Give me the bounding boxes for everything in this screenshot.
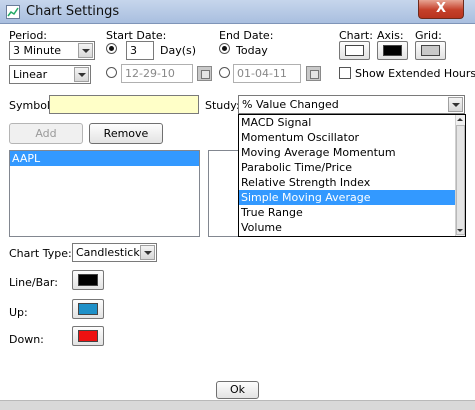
period-value: 3 Minute: [13, 44, 62, 57]
end-date-input[interactable]: 01-04-11: [233, 64, 301, 83]
chart-color-button[interactable]: [339, 41, 370, 60]
study-option[interactable]: Parabolic Time/Price: [239, 160, 456, 175]
symbol-label: Symbol:: [9, 99, 54, 112]
scale-select[interactable]: Linear: [9, 65, 91, 84]
window-title: Chart Settings: [26, 4, 120, 19]
study-option[interactable]: MACD Signal: [239, 115, 456, 130]
end-date-label: End Date:: [219, 29, 274, 42]
up-color-button[interactable]: [72, 299, 104, 319]
window-bottom-border: [0, 400, 475, 410]
chevron-down-icon[interactable]: [140, 245, 155, 260]
chart-type-label: Chart Type:: [9, 247, 72, 260]
grid-color-button[interactable]: [415, 41, 446, 60]
axis-color-swatch: [383, 45, 402, 56]
extended-hours-checkbox[interactable]: [339, 67, 351, 79]
chevron-down-icon[interactable]: [78, 43, 93, 58]
chart-type-value: Candlestick: [76, 246, 140, 259]
start-date-input[interactable]: 12-29-10: [121, 64, 193, 83]
axis-color-button[interactable]: [377, 41, 408, 60]
grid-color-swatch: [421, 45, 440, 56]
scroll-thumb[interactable]: [456, 125, 465, 235]
chart-type-select[interactable]: Candlestick: [72, 243, 157, 262]
remove-button[interactable]: Remove: [89, 123, 163, 144]
study-label: Study:: [205, 99, 240, 112]
dropdown-scrollbar[interactable]: [455, 115, 465, 236]
today-label: Today: [236, 44, 268, 57]
up-color-swatch: [78, 303, 98, 315]
study-option[interactable]: Momentum Oscillator: [239, 130, 456, 145]
days-input[interactable]: 3: [126, 41, 154, 60]
close-button[interactable]: X: [418, 0, 464, 19]
down-color-swatch: [78, 330, 98, 342]
study-option-selected[interactable]: Simple Moving Average: [239, 190, 456, 205]
line-bar-label: Line/Bar:: [9, 276, 58, 289]
up-label: Up:: [9, 306, 28, 319]
chart-app-icon: [6, 5, 20, 19]
study-select[interactable]: % Value Changed: [238, 95, 465, 114]
end-today-radio[interactable]: [219, 43, 230, 54]
list-item[interactable]: AAPL: [10, 151, 199, 166]
line-bar-color-swatch: [78, 274, 98, 286]
end-date-radio[interactable]: [219, 67, 230, 78]
chevron-down-icon[interactable]: [448, 97, 463, 112]
days-label: Day(s): [160, 44, 197, 57]
scale-value: Linear: [13, 68, 48, 81]
ok-button[interactable]: Ok: [216, 381, 259, 399]
end-date-value: 01-04-11: [237, 67, 287, 80]
start-date-value: 12-29-10: [125, 67, 175, 80]
study-option[interactable]: True Range: [239, 205, 456, 220]
symbol-input[interactable]: [49, 95, 199, 114]
study-option[interactable]: Relative Strength Index: [239, 175, 456, 190]
down-color-button[interactable]: [72, 326, 104, 346]
study-option[interactable]: Volume: [239, 220, 456, 235]
calendar-icon[interactable]: [306, 66, 321, 81]
study-value: % Value Changed: [242, 98, 339, 111]
days-value: 3: [130, 44, 137, 57]
start-days-radio[interactable]: [106, 43, 117, 54]
chevron-down-icon[interactable]: [74, 67, 89, 82]
symbols-list[interactable]: AAPL: [9, 150, 200, 237]
scroll-up-icon[interactable]: [456, 115, 465, 125]
study-dropdown[interactable]: MACD Signal Momentum Oscillator Moving A…: [238, 114, 466, 237]
scroll-down-icon[interactable]: [456, 226, 465, 236]
study-option[interactable]: Moving Average Momentum: [239, 145, 456, 160]
start-date-radio[interactable]: [106, 67, 117, 78]
line-bar-color-button[interactable]: [72, 270, 104, 290]
calendar-icon[interactable]: [197, 66, 212, 81]
down-label: Down:: [9, 333, 44, 346]
period-select[interactable]: 3 Minute: [9, 41, 95, 60]
add-button[interactable]: Add: [9, 123, 83, 144]
extended-hours-label: Show Extended Hours: [355, 67, 475, 80]
chart-color-swatch: [345, 45, 364, 56]
